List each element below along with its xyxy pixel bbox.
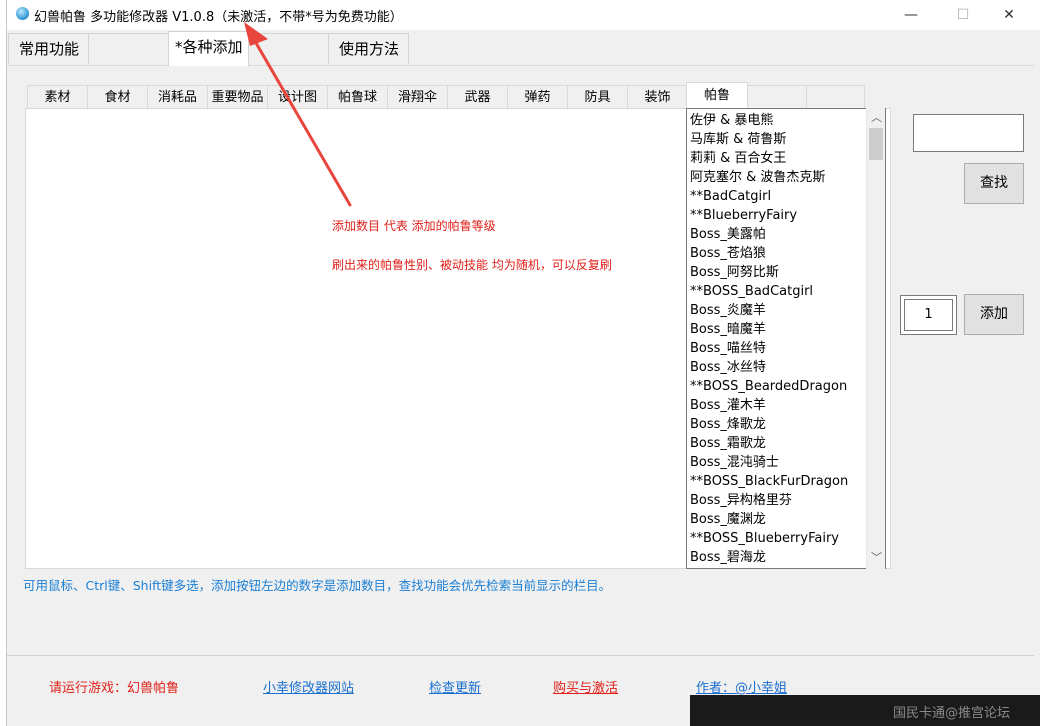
annotation-arrow (244, 22, 352, 207)
buy-activate-link[interactable]: 购买与激活 (553, 677, 618, 696)
check-update-link[interactable]: 检查更新 (429, 677, 481, 696)
annotation-note-random: 刷出来的帕鲁性别、被动技能 均为随机，可以反复刷 (332, 258, 612, 272)
footer-divider (7, 655, 1034, 656)
run-game-notice: 请运行游戏：幻兽帕鲁 (49, 681, 180, 696)
author-link[interactable]: 作者：@小幸姐 (696, 677, 787, 696)
usage-hint: 可用鼠标、Ctrl键、Shift键多选，添加按钮左边的数字是添加数目，查找功能会… (23, 578, 612, 593)
annotation-note-level: 添加数目 代表 添加的帕鲁等级 (332, 219, 496, 233)
website-link[interactable]: 小幸修改器网站 (263, 677, 354, 696)
watermark: 国民卡通@推宫论坛 (893, 706, 1011, 721)
